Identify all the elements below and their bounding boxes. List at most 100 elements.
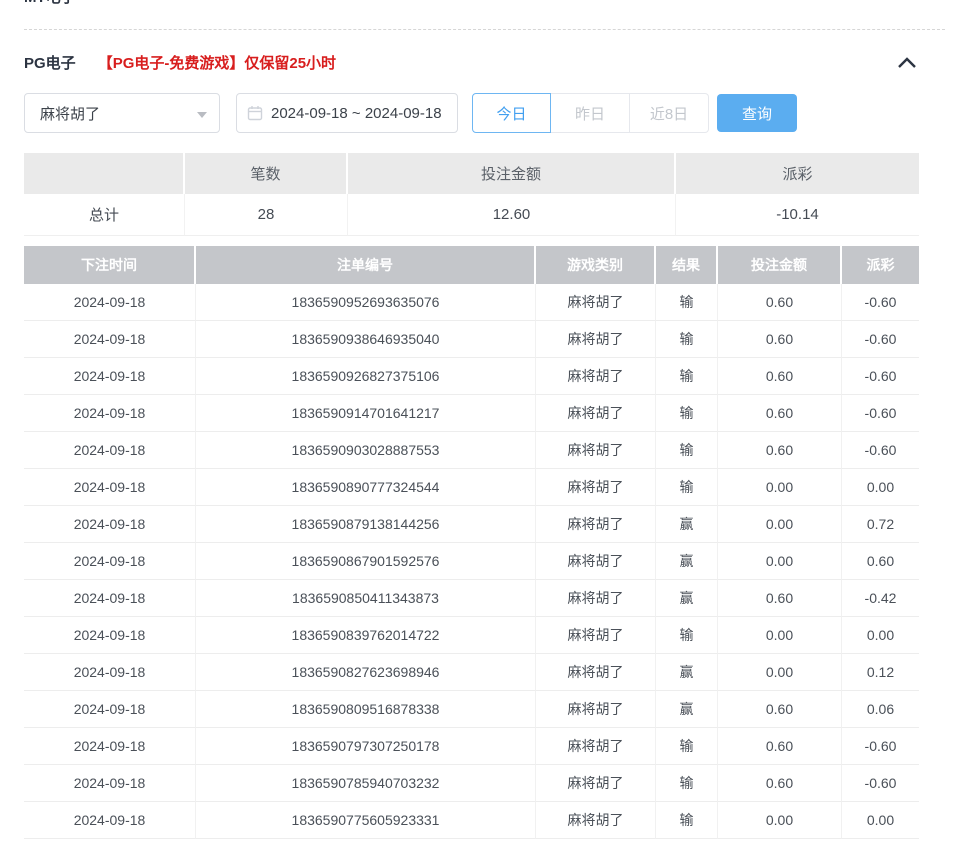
table-row: 2024-09-181836590827623698946麻将胡了赢0.000.…: [24, 654, 919, 691]
column-header: 派彩: [842, 246, 919, 284]
column-header: 注单编号: [196, 246, 536, 284]
quick-filter-button[interactable]: 近8日: [630, 93, 709, 133]
table-row: 2024-09-181836590879138144256麻将胡了赢0.000.…: [24, 506, 919, 543]
column-header: 派彩: [676, 153, 919, 194]
order-number-cell: 1836590926827375106: [196, 358, 536, 395]
column-header: 结果: [656, 246, 718, 284]
section-title: PG电子: [24, 52, 76, 73]
collapse-section-button[interactable]: [895, 55, 919, 71]
bet-time-cell: 2024-09-18: [24, 432, 196, 469]
section-notice: 【PG电子-免费游戏】仅保留25小时: [98, 52, 336, 73]
bet-amount-cell: 0.00: [718, 506, 842, 543]
order-number-cell: 1836590879138144256: [196, 506, 536, 543]
game-type-cell: 麻将胡了: [536, 543, 656, 580]
order-number-cell: 1836590903028887553: [196, 432, 536, 469]
order-number-cell: 1836590827623698946: [196, 654, 536, 691]
game-type-cell: 麻将胡了: [536, 580, 656, 617]
table-row: 2024-09-181836590952693635076麻将胡了输0.60-0…: [24, 284, 919, 321]
game-type-cell: 麻将胡了: [536, 284, 656, 321]
table-row: 2024-09-181836590775605923331麻将胡了输0.000.…: [24, 802, 919, 839]
result-cell: 赢: [656, 654, 718, 691]
payout-cell: 0.00: [842, 617, 919, 654]
payout-cell: -0.60: [842, 395, 919, 432]
order-number-cell: 1836590839762014722: [196, 617, 536, 654]
bet-amount-cell: 0.00: [718, 617, 842, 654]
result-cell: 输: [656, 728, 718, 765]
column-header: [24, 153, 185, 194]
game-type-cell: 麻将胡了: [536, 432, 656, 469]
result-cell: 输: [656, 358, 718, 395]
payout-cell: 0.00: [842, 469, 919, 506]
total-payout-cell: -10.14: [676, 194, 919, 236]
table-row: 2024-09-181836590850411343873麻将胡了赢0.60-0…: [24, 580, 919, 617]
result-cell: 输: [656, 802, 718, 839]
table-row: 2024-09-181836590785940703232麻将胡了输0.60-0…: [24, 765, 919, 802]
date-range-input[interactable]: 2024-09-18 ~ 2024-09-18: [236, 93, 458, 133]
result-cell: 输: [656, 395, 718, 432]
payout-cell: -0.60: [842, 432, 919, 469]
game-type-cell: 麻将胡了: [536, 654, 656, 691]
table-row: 2024-09-181836590867901592576麻将胡了赢0.000.…: [24, 543, 919, 580]
chevron-down-icon: [197, 112, 207, 123]
search-button[interactable]: 查询: [717, 94, 797, 132]
bet-time-cell: 2024-09-18: [24, 617, 196, 654]
section-divider: [24, 29, 945, 30]
game-type-cell: 麻将胡了: [536, 802, 656, 839]
game-type-cell: 麻将胡了: [536, 691, 656, 728]
bet-time-cell: 2024-09-18: [24, 543, 196, 580]
bet-amount-cell: 0.60: [718, 284, 842, 321]
bet-amount-cell: 0.60: [718, 691, 842, 728]
order-number-cell: 1836590914701641217: [196, 395, 536, 432]
bet-time-cell: 2024-09-18: [24, 358, 196, 395]
table-row: 2024-09-181836590809516878338麻将胡了赢0.600.…: [24, 691, 919, 728]
table-row: 2024-09-181836590926827375106麻将胡了输0.60-0…: [24, 358, 919, 395]
bet-amount-cell: 0.60: [718, 765, 842, 802]
column-header: 下注时间: [24, 246, 196, 284]
bet-time-cell: 2024-09-18: [24, 395, 196, 432]
payout-cell: 0.12: [842, 654, 919, 691]
column-header: 投注金额: [718, 246, 842, 284]
bet-amount-cell: 0.60: [718, 728, 842, 765]
payout-cell: 0.60: [842, 543, 919, 580]
payout-cell: -0.60: [842, 765, 919, 802]
bet-time-cell: 2024-09-18: [24, 728, 196, 765]
table-row: 2024-09-181836590797307250178麻将胡了输0.60-0…: [24, 728, 919, 765]
payout-cell: -0.60: [842, 321, 919, 358]
bet-amount-cell: 0.00: [718, 802, 842, 839]
bet-time-cell: 2024-09-18: [24, 580, 196, 617]
payout-cell: -0.42: [842, 580, 919, 617]
result-cell: 赢: [656, 691, 718, 728]
bet-table-header-row: 下注时间注单编号游戏类别结果投注金额派彩: [24, 246, 919, 284]
quick-filter-group: 今日昨日近8日: [472, 93, 709, 133]
game-type-cell: 麻将胡了: [536, 765, 656, 802]
order-number-cell: 1836590850411343873: [196, 580, 536, 617]
bet-amount-cell: 0.00: [718, 543, 842, 580]
game-select[interactable]: 麻将胡了: [24, 93, 220, 133]
bet-amount-cell: 0.00: [718, 654, 842, 691]
payout-cell: 0.00: [842, 802, 919, 839]
column-header: 投注金额: [348, 153, 676, 194]
bet-time-cell: 2024-09-18: [24, 469, 196, 506]
bet-time-cell: 2024-09-18: [24, 765, 196, 802]
game-type-cell: 麻将胡了: [536, 617, 656, 654]
quick-filter-button[interactable]: 今日: [472, 93, 551, 133]
result-cell: 输: [656, 432, 718, 469]
order-number-cell: 1836590867901592576: [196, 543, 536, 580]
total-bet-amount-cell: 12.60: [348, 194, 676, 236]
bet-time-cell: 2024-09-18: [24, 321, 196, 358]
order-number-cell: 1836590809516878338: [196, 691, 536, 728]
total-count-cell: 28: [185, 194, 348, 236]
bet-time-cell: 2024-09-18: [24, 506, 196, 543]
payout-cell: 0.72: [842, 506, 919, 543]
table-row: 2024-09-181836590938646935040麻将胡了输0.60-0…: [24, 321, 919, 358]
previous-section-title: MT电子: [24, 0, 969, 7]
column-header: 游戏类别: [536, 246, 656, 284]
order-number-cell: 1836590785940703232: [196, 765, 536, 802]
result-cell: 输: [656, 765, 718, 802]
section-header: PG电子 【PG电子-免费游戏】仅保留25小时: [24, 52, 919, 73]
result-cell: 赢: [656, 506, 718, 543]
result-cell: 输: [656, 617, 718, 654]
payout-cell: -0.60: [842, 358, 919, 395]
quick-filter-button[interactable]: 昨日: [551, 93, 630, 133]
table-row: 2024-09-181836590890777324544麻将胡了输0.000.…: [24, 469, 919, 506]
